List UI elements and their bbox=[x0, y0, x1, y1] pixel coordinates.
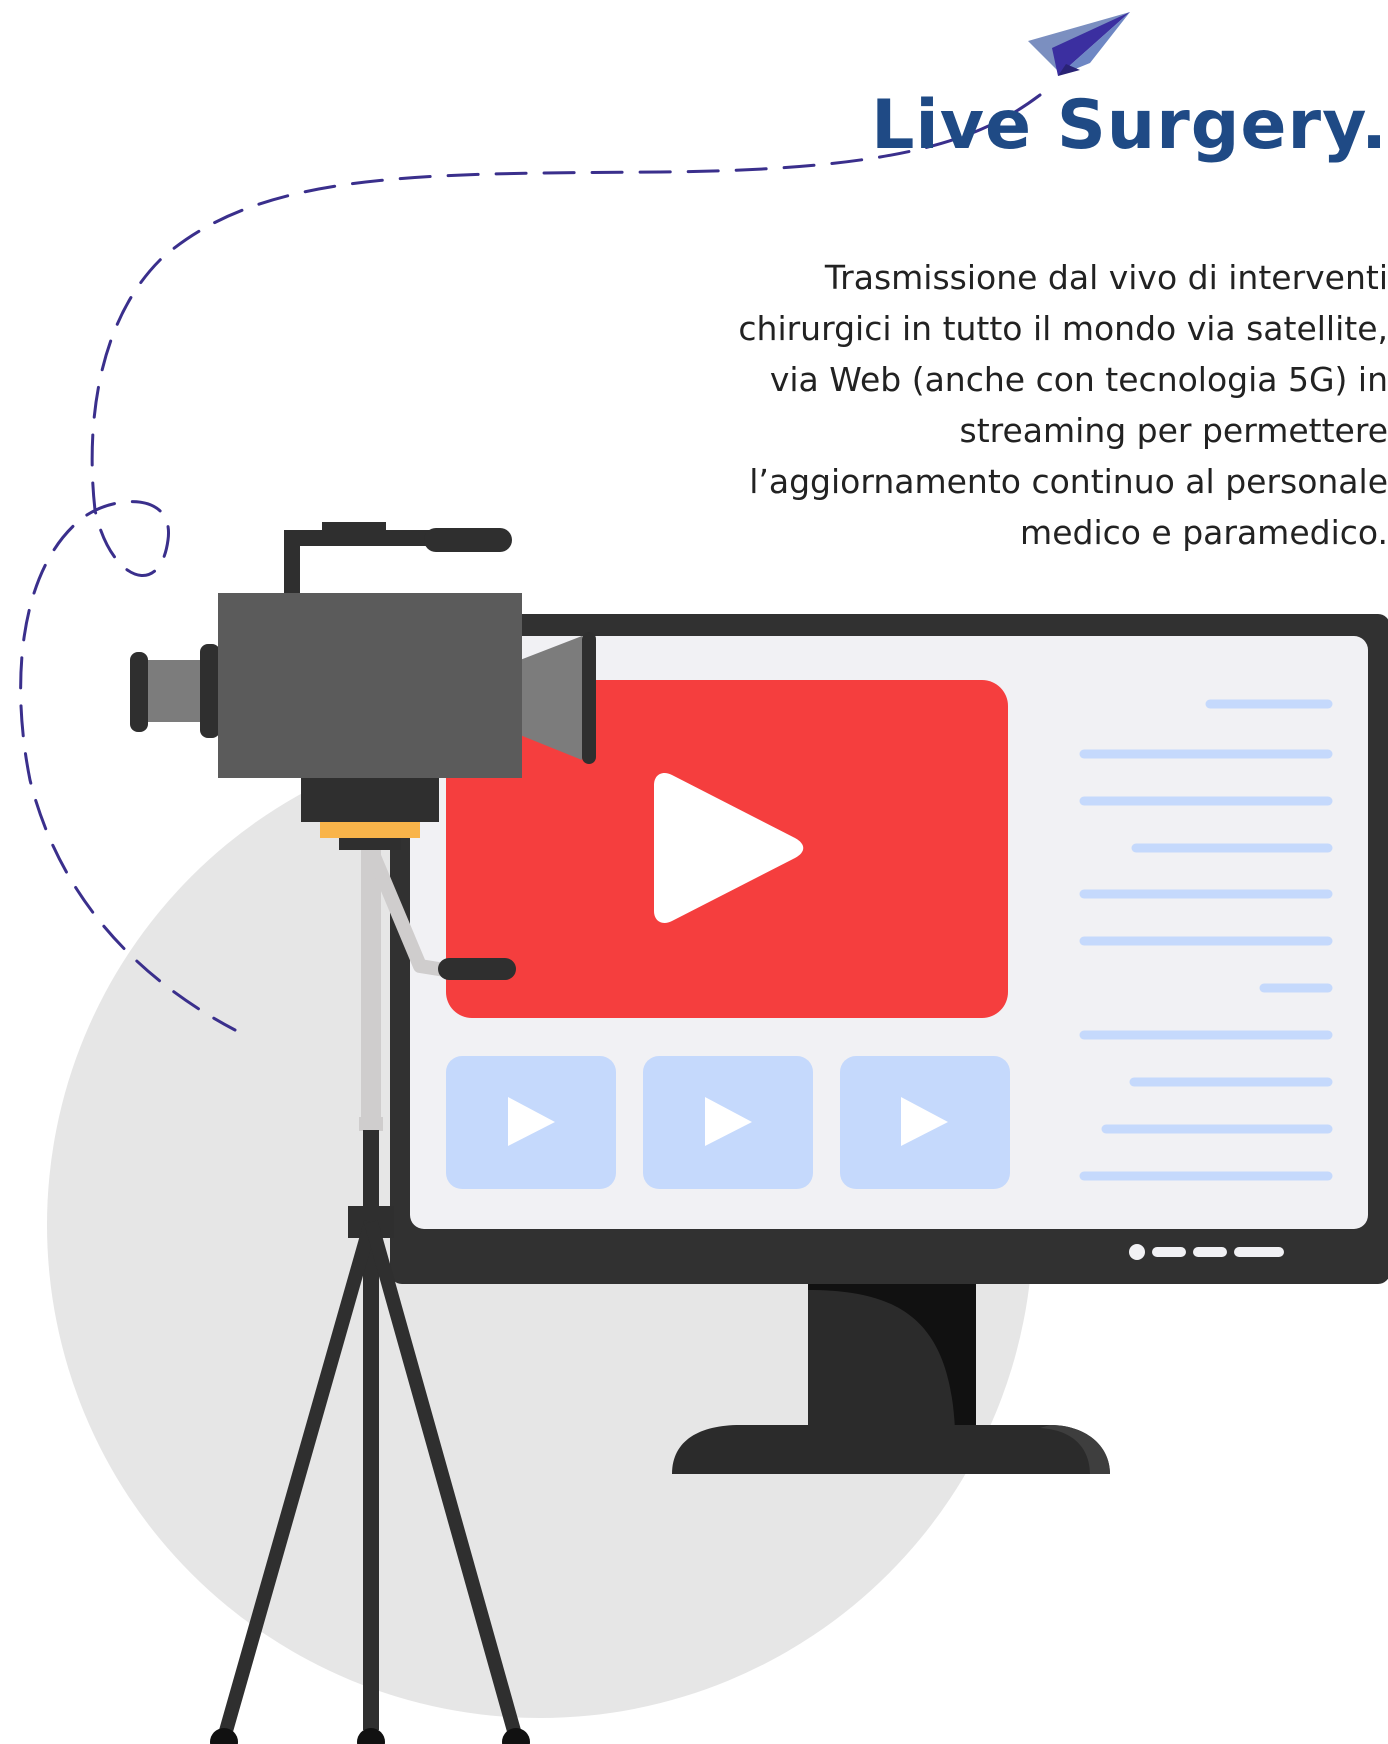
page-title: Live Surgery. bbox=[871, 86, 1388, 165]
video-thumbnail[interactable] bbox=[446, 1056, 616, 1189]
pan-handle[interactable] bbox=[438, 958, 516, 980]
paper-plane-icon bbox=[1028, 12, 1130, 76]
service-description: Trasmissione dal vivo di interventi chir… bbox=[738, 258, 1388, 552]
monitor-base bbox=[672, 1425, 1110, 1474]
camera-body bbox=[218, 593, 522, 778]
video-thumbnail[interactable] bbox=[643, 1056, 813, 1189]
video-thumbnail[interactable] bbox=[840, 1056, 1010, 1189]
